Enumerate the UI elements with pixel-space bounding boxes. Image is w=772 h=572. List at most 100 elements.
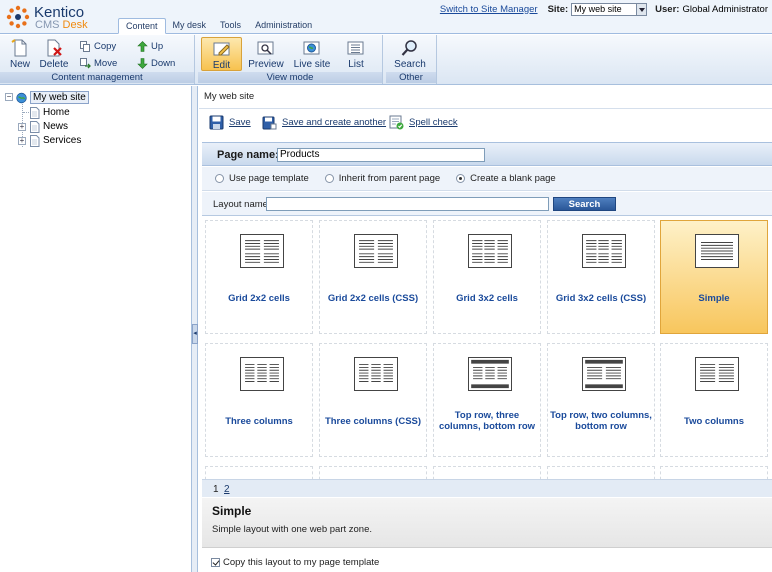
arrow-up-icon bbox=[137, 40, 148, 52]
spell-check-button[interactable]: Spell check bbox=[389, 114, 458, 130]
move-label: Move bbox=[94, 57, 118, 69]
live-site-button[interactable]: Live site bbox=[290, 37, 334, 71]
layout-tile-grid-3x2[interactable]: Grid 3x2 cells bbox=[433, 220, 541, 334]
layout-tile-label: Top row, three columns, bottom row bbox=[438, 410, 536, 432]
copy-layout-checkbox[interactable] bbox=[211, 558, 220, 567]
site-select-value: My web site bbox=[574, 3, 622, 14]
layout-tile-partial[interactable] bbox=[319, 466, 427, 479]
layout-tile-two-columns[interactable]: Two columns bbox=[660, 343, 768, 457]
pager-page-1[interactable]: 1 bbox=[213, 484, 219, 495]
tree-expand-news[interactable]: + bbox=[18, 123, 26, 131]
layout-name-input[interactable] bbox=[266, 197, 549, 211]
globe-icon bbox=[303, 41, 320, 55]
tree-node-my-web-site[interactable]: My web site bbox=[16, 91, 89, 104]
save-label: Save bbox=[229, 116, 251, 128]
globe-icon bbox=[16, 92, 27, 103]
radio-inherit-from-parent[interactable]: Inherit from parent page bbox=[324, 173, 440, 184]
tree-collapse-root[interactable]: − bbox=[5, 93, 13, 101]
tab-administration[interactable]: Administration bbox=[248, 18, 319, 34]
up-button[interactable]: Up bbox=[137, 39, 163, 53]
tab-tools[interactable]: Tools bbox=[213, 18, 248, 34]
delete-page-icon bbox=[47, 39, 62, 57]
preview-button[interactable]: Preview bbox=[246, 37, 286, 71]
layout-tile-partial[interactable] bbox=[547, 466, 655, 479]
save-and-create-another-button[interactable]: Save and create another bbox=[262, 114, 386, 130]
radio-create-blank-page[interactable]: Create a blank page bbox=[456, 173, 556, 184]
layout-tile-partial[interactable] bbox=[205, 466, 313, 479]
page-name-label: Page name: bbox=[217, 149, 279, 161]
copy-layout-checkbox-row[interactable]: Copy this layout to my page template bbox=[211, 557, 379, 568]
site-label: Site: bbox=[547, 3, 569, 15]
content-tree: − My web site Home + News + Services bbox=[0, 86, 192, 572]
tree-node-home[interactable]: Home bbox=[29, 106, 70, 119]
layout-thumbnail bbox=[582, 234, 626, 268]
layout-pager: 1 2 bbox=[202, 479, 772, 497]
new-page-icon bbox=[11, 39, 27, 57]
layout-tile-label: Three columns bbox=[225, 416, 293, 427]
chevron-down-icon[interactable] bbox=[636, 3, 647, 15]
layout-thumbnail bbox=[695, 234, 739, 268]
save-and-create-another-label: Save and create another bbox=[282, 116, 387, 128]
delete-button[interactable]: Delete bbox=[34, 37, 74, 71]
layout-tile-label: Two columns bbox=[684, 416, 744, 427]
tree-expand-services[interactable]: + bbox=[18, 137, 26, 145]
radio-button[interactable] bbox=[324, 174, 334, 183]
new-label: New bbox=[9, 59, 30, 70]
layout-tile-partial[interactable] bbox=[660, 466, 768, 479]
layout-tile-simple[interactable]: Simple bbox=[660, 220, 768, 334]
layout-search-bar: Layout name: Search bbox=[202, 192, 772, 216]
tree-services-label: Services bbox=[43, 135, 82, 146]
tab-content[interactable]: Content bbox=[118, 18, 166, 34]
search-toolbar-label: Search bbox=[394, 59, 426, 70]
layout-tile-top-row-two-columns[interactable]: Top row, two columns, bottom row bbox=[547, 343, 655, 457]
layout-tile-grid-3x2-css[interactable]: Grid 3x2 cells (CSS) bbox=[547, 220, 655, 334]
selected-layout-description: Simple layout with one web part zone. bbox=[212, 524, 373, 535]
layout-tile-label: Grid 3x2 cells (CSS) bbox=[555, 293, 647, 304]
save-button[interactable]: Save bbox=[209, 114, 251, 130]
move-button[interactable]: Move bbox=[80, 56, 117, 70]
kentico-logo-icon bbox=[6, 5, 30, 29]
radio-use-page-template-label: Use page template bbox=[229, 173, 309, 184]
search-toolbar-button[interactable]: Search bbox=[390, 37, 430, 71]
switch-to-site-manager-link[interactable]: Switch to Site Manager bbox=[440, 4, 538, 15]
other-group: Search Other bbox=[386, 35, 437, 84]
layout-tile-grid-2x2[interactable]: Grid 2x2 cells bbox=[205, 220, 313, 334]
radio-use-page-template[interactable]: Use page template bbox=[215, 173, 309, 184]
radio-button[interactable] bbox=[215, 174, 224, 183]
tree-node-services[interactable]: Services bbox=[29, 134, 81, 147]
list-label: List bbox=[348, 59, 364, 70]
down-button[interactable]: Down bbox=[137, 56, 175, 70]
layout-tile-three-columns[interactable]: Three columns bbox=[205, 343, 313, 457]
edit-label: Edit bbox=[212, 60, 231, 71]
tree-home-label: Home bbox=[43, 107, 70, 118]
delete-label: Delete bbox=[39, 59, 69, 70]
user-label: User: bbox=[655, 3, 680, 15]
live-site-label: Live site bbox=[293, 59, 331, 70]
copy-button[interactable]: Copy bbox=[80, 39, 116, 53]
radio-button-checked[interactable] bbox=[456, 174, 466, 183]
view-mode-caption: View mode bbox=[198, 72, 382, 83]
pager-page-2[interactable]: 2 bbox=[224, 484, 230, 495]
layout-tile-top-row-three-columns[interactable]: Top row, three columns, bottom row bbox=[433, 343, 541, 457]
page-name-input[interactable]: Products bbox=[277, 148, 485, 162]
layout-tile-grid-2x2-css[interactable]: Grid 2x2 cells (CSS) bbox=[319, 220, 427, 334]
content-management-caption: Content management bbox=[0, 72, 194, 83]
collapse-tree-handle[interactable]: ◂ bbox=[192, 324, 198, 344]
edit-button[interactable]: Edit bbox=[201, 37, 242, 71]
toolbar: New Delete Copy Move Up Down Content man… bbox=[0, 35, 772, 85]
list-button[interactable]: List bbox=[336, 37, 376, 71]
layout-tile-partial[interactable] bbox=[433, 466, 541, 479]
selected-layout-info: Simple Simple layout with one web part z… bbox=[202, 498, 772, 548]
layout-tile-three-columns-css[interactable]: Three columns (CSS) bbox=[319, 343, 427, 457]
copy-layout-label: Copy this layout to my page template bbox=[223, 557, 380, 568]
content-area: My web site Save Save and create another… bbox=[199, 86, 772, 572]
tree-node-news[interactable]: News bbox=[29, 120, 68, 133]
page-name-bar: Page name: Products bbox=[202, 142, 772, 166]
pane-splitter[interactable]: ◂ bbox=[192, 86, 198, 572]
content-management-group: New Delete Copy Move Up Down Content man… bbox=[0, 35, 195, 84]
tab-my-desk[interactable]: My desk bbox=[166, 18, 214, 34]
site-select[interactable]: My web site bbox=[571, 2, 648, 16]
spell-check-label: Spell check bbox=[409, 116, 458, 128]
list-icon bbox=[347, 41, 364, 55]
layout-search-button[interactable]: Search bbox=[553, 197, 616, 211]
